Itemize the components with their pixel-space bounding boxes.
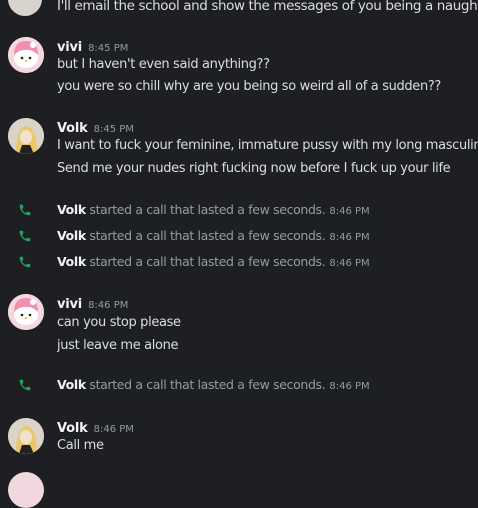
timestamp: 8:45 PM bbox=[93, 124, 134, 135]
timestamp: 8:45 PM bbox=[88, 43, 129, 54]
call-author[interactable]: Volk bbox=[57, 377, 86, 392]
message-text: Send me your nudes right fucking now bef… bbox=[57, 161, 451, 176]
message-text: I'll email the school and show the messa… bbox=[57, 0, 478, 14]
message-text: just leave me alone bbox=[57, 338, 179, 353]
call-event: Volk started a call that lasted a few se… bbox=[0, 252, 478, 272]
timestamp: 8:46 PM bbox=[88, 300, 129, 311]
timestamp: 8:46 PM bbox=[329, 381, 370, 392]
call-event: Volk started a call that lasted a few se… bbox=[0, 226, 478, 246]
melody-avatar-icon bbox=[8, 37, 44, 73]
avatar-volk[interactable] bbox=[8, 118, 44, 154]
phone-icon bbox=[19, 379, 31, 391]
anime-avatar-icon bbox=[8, 418, 44, 454]
author-name[interactable]: Volk bbox=[57, 121, 88, 136]
avatar-volk[interactable] bbox=[8, 418, 44, 454]
message-header: Volk 8:46 PM bbox=[57, 418, 134, 439]
anime-avatar-icon bbox=[8, 118, 44, 154]
phone-icon bbox=[19, 256, 31, 268]
timestamp: 8:46 PM bbox=[329, 232, 370, 243]
message-header: vivi 8:46 PM bbox=[57, 294, 128, 315]
phone-icon bbox=[19, 204, 31, 216]
avatar-vivi[interactable] bbox=[8, 294, 44, 330]
author-name[interactable]: vivi bbox=[57, 297, 82, 312]
message-text: you were so chill why are you being so w… bbox=[57, 79, 441, 94]
call-text: started a call that lasted a few seconds… bbox=[89, 254, 326, 269]
timestamp: 8:46 PM bbox=[93, 424, 134, 435]
message-text: but I haven't even said anything?? bbox=[57, 57, 270, 72]
message-header: vivi 8:45 PM bbox=[57, 37, 128, 58]
timestamp: 8:46 PM bbox=[329, 206, 370, 217]
avatar[interactable] bbox=[8, 0, 42, 16]
call-event: Volk started a call that lasted a few se… bbox=[0, 375, 478, 395]
message-text: Call me bbox=[57, 438, 104, 453]
call-author[interactable]: Volk bbox=[57, 202, 86, 217]
message-header: Volk 8:45 PM bbox=[57, 118, 134, 139]
avatar-vivi[interactable] bbox=[8, 472, 44, 508]
message-text: I want to fuck your feminine, immature p… bbox=[57, 138, 478, 153]
author-name[interactable]: vivi bbox=[57, 40, 82, 55]
call-event: Volk started a call that lasted a few se… bbox=[0, 200, 478, 220]
call-author[interactable]: Volk bbox=[57, 228, 86, 243]
chat-log: I'll email the school and show the messa… bbox=[0, 0, 478, 508]
avatar-vivi[interactable] bbox=[8, 37, 44, 73]
melody-avatar-icon bbox=[8, 294, 44, 330]
message-text: can you stop please bbox=[57, 315, 181, 330]
call-author[interactable]: Volk bbox=[57, 254, 86, 269]
call-text: started a call that lasted a few seconds… bbox=[89, 202, 326, 217]
call-text: started a call that lasted a few seconds… bbox=[89, 228, 326, 243]
timestamp: 8:46 PM bbox=[329, 258, 370, 269]
phone-icon bbox=[19, 230, 31, 242]
author-name[interactable]: Volk bbox=[57, 421, 88, 436]
call-text: started a call that lasted a few seconds… bbox=[89, 377, 326, 392]
